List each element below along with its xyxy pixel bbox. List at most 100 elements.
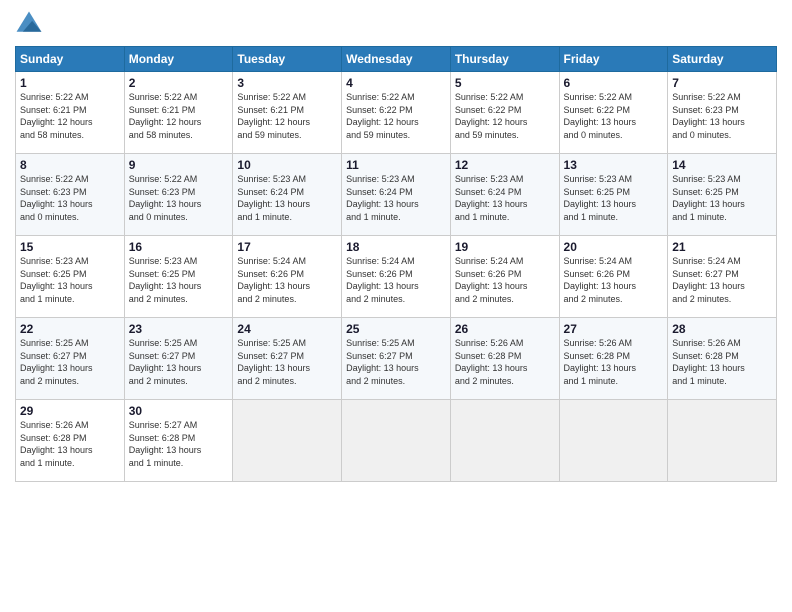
calendar-cell: 20Sunrise: 5:24 AM Sunset: 6:26 PM Dayli… (559, 236, 668, 318)
cell-info: Sunrise: 5:24 AM Sunset: 6:26 PM Dayligh… (564, 255, 664, 305)
cell-info: Sunrise: 5:26 AM Sunset: 6:28 PM Dayligh… (455, 337, 555, 387)
day-number: 5 (455, 76, 555, 90)
cell-info: Sunrise: 5:23 AM Sunset: 6:25 PM Dayligh… (20, 255, 120, 305)
calendar-cell (559, 400, 668, 482)
calendar-cell: 9Sunrise: 5:22 AM Sunset: 6:23 PM Daylig… (124, 154, 233, 236)
cell-info: Sunrise: 5:26 AM Sunset: 6:28 PM Dayligh… (564, 337, 664, 387)
calendar-cell: 27Sunrise: 5:26 AM Sunset: 6:28 PM Dayli… (559, 318, 668, 400)
calendar-cell: 17Sunrise: 5:24 AM Sunset: 6:26 PM Dayli… (233, 236, 342, 318)
calendar-cell: 7Sunrise: 5:22 AM Sunset: 6:23 PM Daylig… (668, 72, 777, 154)
day-number: 21 (672, 240, 772, 254)
day-number: 25 (346, 322, 446, 336)
cell-info: Sunrise: 5:23 AM Sunset: 6:24 PM Dayligh… (455, 173, 555, 223)
cell-info: Sunrise: 5:24 AM Sunset: 6:26 PM Dayligh… (455, 255, 555, 305)
cell-info: Sunrise: 5:26 AM Sunset: 6:28 PM Dayligh… (672, 337, 772, 387)
week-row-4: 22Sunrise: 5:25 AM Sunset: 6:27 PM Dayli… (16, 318, 777, 400)
calendar-cell: 5Sunrise: 5:22 AM Sunset: 6:22 PM Daylig… (450, 72, 559, 154)
cell-info: Sunrise: 5:22 AM Sunset: 6:23 PM Dayligh… (129, 173, 229, 223)
calendar-cell (450, 400, 559, 482)
cell-info: Sunrise: 5:25 AM Sunset: 6:27 PM Dayligh… (129, 337, 229, 387)
day-number: 4 (346, 76, 446, 90)
calendar-cell: 3Sunrise: 5:22 AM Sunset: 6:21 PM Daylig… (233, 72, 342, 154)
cell-info: Sunrise: 5:23 AM Sunset: 6:25 PM Dayligh… (564, 173, 664, 223)
cell-info: Sunrise: 5:22 AM Sunset: 6:23 PM Dayligh… (20, 173, 120, 223)
calendar-cell: 28Sunrise: 5:26 AM Sunset: 6:28 PM Dayli… (668, 318, 777, 400)
calendar-cell (342, 400, 451, 482)
calendar-cell: 1Sunrise: 5:22 AM Sunset: 6:21 PM Daylig… (16, 72, 125, 154)
day-number: 8 (20, 158, 120, 172)
calendar-cell: 4Sunrise: 5:22 AM Sunset: 6:22 PM Daylig… (342, 72, 451, 154)
cell-info: Sunrise: 5:22 AM Sunset: 6:22 PM Dayligh… (564, 91, 664, 141)
calendar-cell: 15Sunrise: 5:23 AM Sunset: 6:25 PM Dayli… (16, 236, 125, 318)
weekday-header-sunday: Sunday (16, 47, 125, 72)
day-number: 22 (20, 322, 120, 336)
cell-info: Sunrise: 5:23 AM Sunset: 6:24 PM Dayligh… (237, 173, 337, 223)
day-number: 1 (20, 76, 120, 90)
cell-info: Sunrise: 5:22 AM Sunset: 6:23 PM Dayligh… (672, 91, 772, 141)
cell-info: Sunrise: 5:22 AM Sunset: 6:21 PM Dayligh… (20, 91, 120, 141)
calendar-cell: 16Sunrise: 5:23 AM Sunset: 6:25 PM Dayli… (124, 236, 233, 318)
day-number: 24 (237, 322, 337, 336)
day-number: 15 (20, 240, 120, 254)
day-number: 11 (346, 158, 446, 172)
weekday-header-saturday: Saturday (668, 47, 777, 72)
header (15, 10, 777, 38)
calendar-cell: 6Sunrise: 5:22 AM Sunset: 6:22 PM Daylig… (559, 72, 668, 154)
weekday-header-thursday: Thursday (450, 47, 559, 72)
day-number: 14 (672, 158, 772, 172)
cell-info: Sunrise: 5:22 AM Sunset: 6:22 PM Dayligh… (346, 91, 446, 141)
calendar-cell: 23Sunrise: 5:25 AM Sunset: 6:27 PM Dayli… (124, 318, 233, 400)
week-row-2: 8Sunrise: 5:22 AM Sunset: 6:23 PM Daylig… (16, 154, 777, 236)
week-row-5: 29Sunrise: 5:26 AM Sunset: 6:28 PM Dayli… (16, 400, 777, 482)
day-number: 12 (455, 158, 555, 172)
cell-info: Sunrise: 5:27 AM Sunset: 6:28 PM Dayligh… (129, 419, 229, 469)
day-number: 18 (346, 240, 446, 254)
weekday-header-monday: Monday (124, 47, 233, 72)
logo-icon (15, 10, 43, 38)
day-number: 7 (672, 76, 772, 90)
calendar-cell: 29Sunrise: 5:26 AM Sunset: 6:28 PM Dayli… (16, 400, 125, 482)
calendar-cell (668, 400, 777, 482)
day-number: 17 (237, 240, 337, 254)
weekday-header-tuesday: Tuesday (233, 47, 342, 72)
day-number: 3 (237, 76, 337, 90)
cell-info: Sunrise: 5:23 AM Sunset: 6:24 PM Dayligh… (346, 173, 446, 223)
day-number: 29 (20, 404, 120, 418)
cell-info: Sunrise: 5:25 AM Sunset: 6:27 PM Dayligh… (346, 337, 446, 387)
calendar-cell: 22Sunrise: 5:25 AM Sunset: 6:27 PM Dayli… (16, 318, 125, 400)
day-number: 6 (564, 76, 664, 90)
day-number: 27 (564, 322, 664, 336)
calendar-cell: 10Sunrise: 5:23 AM Sunset: 6:24 PM Dayli… (233, 154, 342, 236)
logo (15, 10, 47, 38)
calendar-cell: 2Sunrise: 5:22 AM Sunset: 6:21 PM Daylig… (124, 72, 233, 154)
calendar-cell: 30Sunrise: 5:27 AM Sunset: 6:28 PM Dayli… (124, 400, 233, 482)
calendar-cell: 25Sunrise: 5:25 AM Sunset: 6:27 PM Dayli… (342, 318, 451, 400)
day-number: 16 (129, 240, 229, 254)
day-number: 10 (237, 158, 337, 172)
calendar-cell: 19Sunrise: 5:24 AM Sunset: 6:26 PM Dayli… (450, 236, 559, 318)
week-row-3: 15Sunrise: 5:23 AM Sunset: 6:25 PM Dayli… (16, 236, 777, 318)
cell-info: Sunrise: 5:23 AM Sunset: 6:25 PM Dayligh… (672, 173, 772, 223)
cell-info: Sunrise: 5:22 AM Sunset: 6:21 PM Dayligh… (237, 91, 337, 141)
calendar-cell: 21Sunrise: 5:24 AM Sunset: 6:27 PM Dayli… (668, 236, 777, 318)
calendar-cell: 12Sunrise: 5:23 AM Sunset: 6:24 PM Dayli… (450, 154, 559, 236)
cell-info: Sunrise: 5:26 AM Sunset: 6:28 PM Dayligh… (20, 419, 120, 469)
calendar-cell: 14Sunrise: 5:23 AM Sunset: 6:25 PM Dayli… (668, 154, 777, 236)
cell-info: Sunrise: 5:24 AM Sunset: 6:26 PM Dayligh… (237, 255, 337, 305)
calendar-cell: 11Sunrise: 5:23 AM Sunset: 6:24 PM Dayli… (342, 154, 451, 236)
day-number: 20 (564, 240, 664, 254)
day-number: 19 (455, 240, 555, 254)
calendar-cell: 26Sunrise: 5:26 AM Sunset: 6:28 PM Dayli… (450, 318, 559, 400)
weekday-header-wednesday: Wednesday (342, 47, 451, 72)
calendar-cell (233, 400, 342, 482)
calendar-cell: 24Sunrise: 5:25 AM Sunset: 6:27 PM Dayli… (233, 318, 342, 400)
day-number: 30 (129, 404, 229, 418)
calendar-cell: 8Sunrise: 5:22 AM Sunset: 6:23 PM Daylig… (16, 154, 125, 236)
cell-info: Sunrise: 5:25 AM Sunset: 6:27 PM Dayligh… (237, 337, 337, 387)
cell-info: Sunrise: 5:23 AM Sunset: 6:25 PM Dayligh… (129, 255, 229, 305)
cell-info: Sunrise: 5:25 AM Sunset: 6:27 PM Dayligh… (20, 337, 120, 387)
day-number: 9 (129, 158, 229, 172)
calendar-table: SundayMondayTuesdayWednesdayThursdayFrid… (15, 46, 777, 482)
calendar-cell: 13Sunrise: 5:23 AM Sunset: 6:25 PM Dayli… (559, 154, 668, 236)
week-row-1: 1Sunrise: 5:22 AM Sunset: 6:21 PM Daylig… (16, 72, 777, 154)
